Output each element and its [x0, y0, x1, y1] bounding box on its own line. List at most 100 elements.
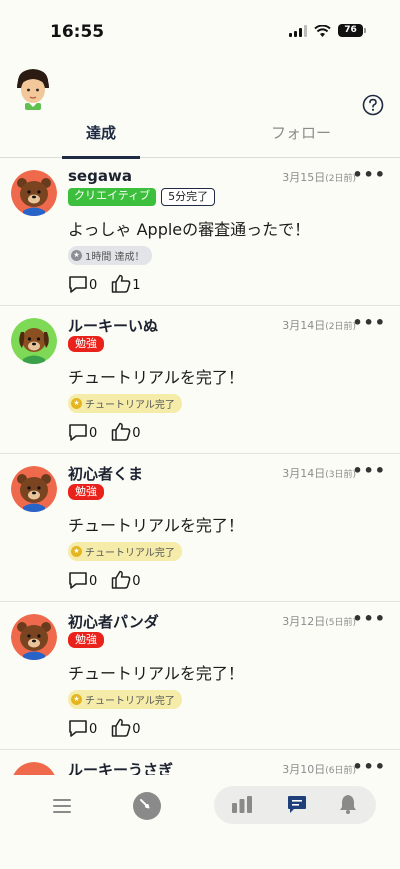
bottom-nav-group [214, 786, 376, 824]
rabbit-avatar[interactable] [11, 762, 57, 775]
comment-button[interactable]: 0 [68, 423, 97, 441]
star-icon: ★ [71, 398, 82, 409]
star-icon: ★ [71, 250, 82, 261]
post-item[interactable]: 初心者パンダ 3月12日(5日前) ••• 勉強 チュートリアルを完了！ ★ チ… [0, 602, 400, 750]
thumbs-up-icon [112, 422, 131, 441]
post-date-value: 3月14日 [282, 467, 326, 480]
category-tag: 勉強 [68, 336, 104, 352]
post-date: 3月15日(2日前) [282, 169, 356, 185]
star-icon: ★ [71, 694, 82, 705]
post-message: よっしゃ Appleの審査通ったで！ [68, 220, 311, 239]
dog-avatar[interactable] [11, 318, 57, 364]
bear-avatar[interactable] [11, 614, 57, 660]
like-count: 0 [132, 722, 141, 737]
post-date: 3月12日(5日前) [282, 613, 356, 629]
achievement-badge-label: チュートリアル完了 [85, 400, 175, 411]
comment-icon [69, 571, 87, 589]
post-date-value: 3月12日 [282, 615, 326, 628]
post-author[interactable]: ルーキーいぬ [68, 315, 158, 336]
more-options-icon[interactable]: ••• [352, 461, 386, 480]
comment-count: 0 [89, 721, 98, 737]
bear-avatar[interactable] [11, 466, 57, 512]
more-options-icon[interactable]: ••• [352, 609, 386, 628]
more-options-icon[interactable]: ••• [352, 313, 386, 332]
wifi-icon [314, 24, 331, 37]
achievement-badge: ★ チュートリアル完了 [68, 394, 182, 413]
post-author[interactable]: segawa [68, 167, 132, 185]
like-count: 1 [132, 278, 141, 293]
comment-count: 0 [89, 277, 98, 293]
post-author[interactable]: 初心者パンダ [68, 611, 159, 632]
battery-level: 76 [338, 24, 363, 37]
post-actions: 0 0 [68, 718, 141, 737]
post-message: チュートリアルを完了！ [68, 516, 244, 535]
post-tags: 勉強 [68, 632, 104, 648]
like-count: 0 [132, 426, 141, 441]
post-tags: 勉強 [68, 336, 104, 352]
post-actions: 0 0 [68, 570, 141, 589]
comment-icon [69, 275, 87, 293]
feed-tabs: 達成 フォロー [0, 116, 400, 159]
post-tags: 勉強 [68, 484, 104, 500]
comment-button[interactable]: 0 [68, 719, 97, 737]
achievement-badge: ★ チュートリアル完了 [68, 542, 182, 561]
user-avatar[interactable] [12, 66, 54, 110]
post-date-value: 3月15日 [282, 171, 326, 184]
category-tag: 勉強 [68, 484, 104, 500]
category-tag: クリエイティブ [68, 188, 157, 206]
post-date: 3月14日(3日前) [282, 465, 356, 481]
status-time: 16:55 [50, 22, 105, 42]
more-options-icon[interactable]: ••• [352, 757, 386, 775]
like-button[interactable]: 0 [111, 718, 141, 737]
tab-following[interactable]: フォロー [255, 116, 347, 158]
comment-icon [69, 423, 87, 441]
more-options-icon[interactable]: ••• [352, 165, 386, 184]
post-item[interactable]: ルーキーうさぎ 3月10日(6日前) ••• [0, 750, 400, 775]
like-button[interactable]: 1 [111, 274, 141, 293]
comment-button[interactable]: 0 [68, 571, 97, 589]
post-item[interactable]: segawa 3月15日(2日前) ••• クリエイティブ 5分完了 よっしゃ … [0, 158, 400, 306]
star-icon: ★ [71, 546, 82, 557]
status-icons: 76 [289, 24, 366, 37]
chat-icon[interactable] [287, 794, 307, 814]
post-date: 3月10日(6日前) [282, 761, 356, 775]
bear-avatar[interactable] [11, 170, 57, 216]
achievement-badge-label: チュートリアル完了 [85, 548, 175, 559]
post-actions: 0 1 [68, 274, 141, 293]
battery-icon: 76 [338, 24, 366, 37]
post-author[interactable]: 初心者くま [68, 463, 143, 484]
like-count: 0 [132, 574, 141, 589]
feed-list[interactable]: segawa 3月15日(2日前) ••• クリエイティブ 5分完了 よっしゃ … [0, 158, 400, 775]
tab-achievements[interactable]: 達成 [62, 116, 140, 159]
post-author[interactable]: ルーキーうさぎ [68, 759, 173, 775]
menu-icon[interactable] [51, 796, 73, 816]
comment-icon [69, 719, 87, 737]
achievement-badge-label: 1時間 達成！ [85, 252, 145, 263]
achievement-badge: ★ チュートリアル完了 [68, 690, 182, 709]
comment-count: 0 [89, 425, 98, 441]
category-tag: 勉強 [68, 632, 104, 648]
post-message: チュートリアルを完了！ [68, 664, 244, 683]
thumbs-up-icon [112, 718, 131, 737]
like-button[interactable]: 0 [111, 422, 141, 441]
bottom-nav [0, 776, 400, 869]
bell-icon[interactable] [339, 794, 357, 814]
post-date-value: 3月14日 [282, 319, 326, 332]
thumbs-up-icon [112, 274, 131, 293]
duration-tag: 5分完了 [161, 188, 216, 206]
achievement-badge-label: チュートリアル完了 [85, 696, 175, 707]
comment-count: 0 [89, 573, 98, 589]
gauge-icon[interactable] [132, 791, 162, 821]
post-item[interactable]: 初心者くま 3月14日(3日前) ••• 勉強 チュートリアルを完了！ ★ チュ… [0, 454, 400, 602]
signal-icon [289, 24, 307, 37]
post-tags: クリエイティブ 5分完了 [68, 188, 216, 206]
comment-button[interactable]: 0 [68, 275, 97, 293]
status-bar: 16:55 76 [0, 0, 400, 62]
post-item[interactable]: ルーキーいぬ 3月14日(2日前) ••• 勉強 チュートリアルを完了！ ★ チ… [0, 306, 400, 454]
stats-icon[interactable] [231, 795, 253, 813]
question-icon[interactable] [362, 94, 384, 116]
post-actions: 0 0 [68, 422, 141, 441]
thumbs-up-icon [112, 570, 131, 589]
like-button[interactable]: 0 [111, 570, 141, 589]
achievement-badge: ★ 1時間 達成！ [68, 246, 152, 265]
